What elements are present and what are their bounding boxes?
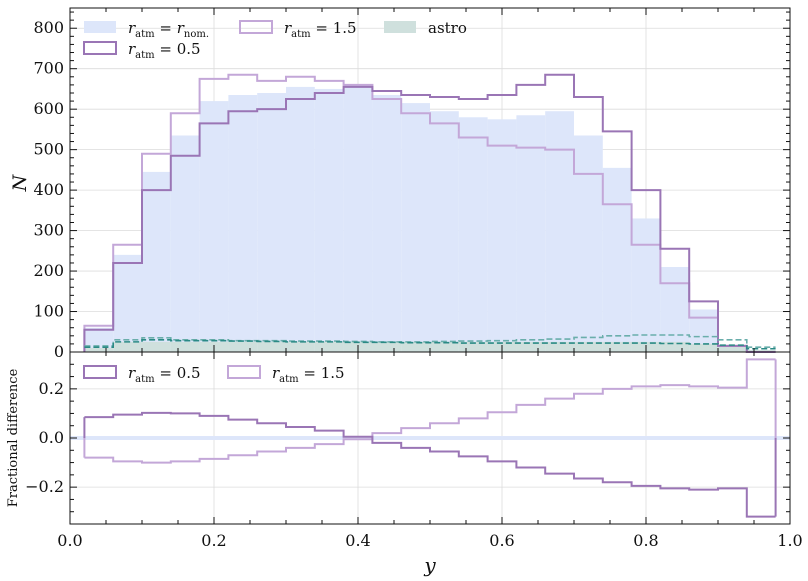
y-tick-label: 0 <box>54 342 64 361</box>
x-tick-label: 0.0 <box>57 531 82 550</box>
legend-swatch <box>84 21 116 33</box>
zero-band <box>70 436 790 440</box>
top-panel <box>69 8 791 353</box>
y-tick-label: 700 <box>33 59 64 78</box>
bar-astro <box>660 341 690 352</box>
bar-nominal <box>257 92 286 353</box>
bar-nominal <box>170 135 200 352</box>
y-tick-label: 0.2 <box>39 379 64 398</box>
bar-nominal <box>113 254 142 352</box>
legend-label: ratm = 0.5 <box>128 40 201 61</box>
bar-nominal <box>199 101 229 352</box>
bar-astro <box>314 341 344 352</box>
top-legend: ratm = rnom.ratm = 0.5 ratm = 1.5 astro <box>83 19 467 61</box>
bar-nominal <box>228 95 258 352</box>
bar-nominal <box>458 117 488 352</box>
y-tick-label: 800 <box>33 18 64 37</box>
bar-nominal <box>286 86 315 352</box>
bar-nominal <box>430 111 459 352</box>
legend-swatch <box>83 365 117 379</box>
y-tick-label: 400 <box>33 180 64 199</box>
bar-nominal <box>631 218 661 352</box>
bar-astro <box>257 341 286 352</box>
y-tick-label: 300 <box>33 221 64 240</box>
xlabel: y <box>423 553 436 577</box>
bar-nominal <box>142 171 171 352</box>
bar-nominal <box>574 135 603 352</box>
bar-astro <box>689 343 718 352</box>
legend-swatch <box>83 41 117 55</box>
top-ylabel: N <box>9 173 31 192</box>
bar-nominal <box>314 88 344 353</box>
bar-nominal <box>401 103 430 352</box>
bar-astro <box>170 341 200 352</box>
bar-astro <box>84 347 114 352</box>
legend-label: ratm = 0.5 <box>128 364 201 385</box>
bar-nominal <box>602 167 632 352</box>
legend-swatch <box>384 21 416 33</box>
x-tick-label: 0.8 <box>633 531 658 550</box>
x-tick-label: 1.0 <box>777 531 802 550</box>
legend-label: ratm = rnom. <box>128 19 209 40</box>
bar-astro <box>113 341 142 352</box>
x-tick-label: 0.2 <box>201 531 226 550</box>
bar-astro <box>372 341 402 352</box>
legend-label: ratm = 1.5 <box>284 19 357 40</box>
bar-astro <box>142 341 171 352</box>
bar-nominal <box>343 84 373 353</box>
bar-nominal <box>372 95 402 352</box>
bar-nominal <box>487 119 517 352</box>
y-tick-label: 600 <box>33 99 64 118</box>
bar-astro <box>286 341 315 352</box>
x-tick-label: 0.4 <box>345 531 370 550</box>
y-tick-label: 0.0 <box>39 428 64 447</box>
legend-swatch <box>239 20 273 34</box>
legend-label: ratm = 1.5 <box>272 364 345 385</box>
y-tick-label: 500 <box>33 140 64 159</box>
legend-swatch <box>227 365 261 379</box>
x-tick-label: 0.6 <box>489 531 514 550</box>
y-tick-label: 100 <box>33 302 64 321</box>
bar-astro <box>228 341 258 352</box>
legend-label: astro <box>428 19 467 37</box>
bar-nominal <box>516 115 546 352</box>
bottom-ylabel: Fractional difference <box>6 368 21 507</box>
y-tick-label: 200 <box>33 261 64 280</box>
bar-nominal <box>545 111 574 352</box>
histogram-figure: 0 100 200 300 400 500 600 700 800 −0.2 0.0 0.2 0.0 0.… <box>6 7 803 577</box>
y-tick-label: −0.2 <box>25 477 64 496</box>
bar-nominal <box>660 267 690 352</box>
